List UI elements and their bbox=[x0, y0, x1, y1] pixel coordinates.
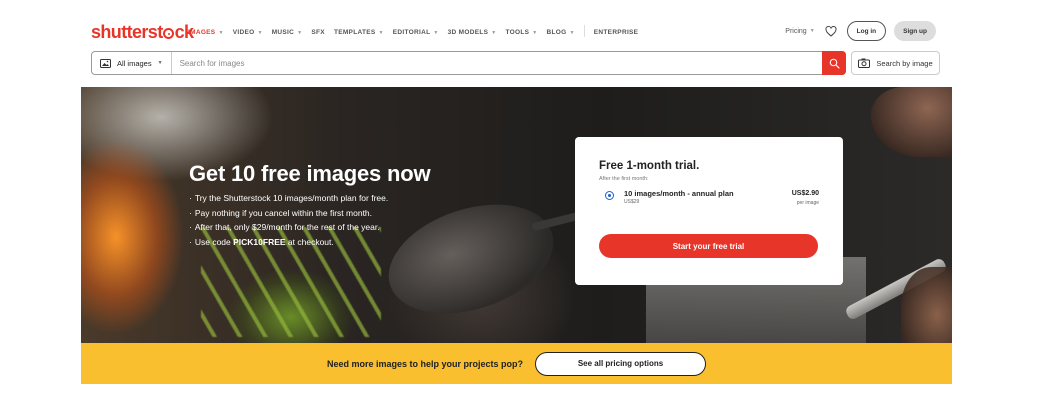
chevron-down-icon: ▼ bbox=[569, 29, 575, 36]
nav-divider bbox=[583, 25, 585, 37]
plan-name: 10 images/month - annual plan bbox=[624, 189, 734, 198]
chevron-down-icon: ▼ bbox=[378, 29, 384, 36]
trial-card: Free 1-month trial. After the first mont… bbox=[575, 137, 843, 285]
pricing-menu[interactable]: Pricing ▼ bbox=[785, 28, 814, 35]
nav-item-editorial[interactable]: EDITORIAL ▼ bbox=[393, 28, 439, 37]
hero-bullets: Try the Shutterstock 10 images/month pla… bbox=[189, 191, 430, 249]
plan-price-unit: per image bbox=[796, 200, 819, 206]
search-by-image-label: Search by image bbox=[876, 58, 933, 68]
nav-item-tools[interactable]: TOOLS ▼ bbox=[506, 28, 538, 37]
hero-bullet: Try the Shutterstock 10 images/month pla… bbox=[189, 191, 430, 206]
media-type-label: All images bbox=[117, 58, 152, 68]
hero-copy: Get 10 free images now Try the Shutterst… bbox=[189, 161, 431, 249]
chevron-down-icon: ▼ bbox=[532, 29, 538, 36]
plan-annual-price: US$29 bbox=[624, 199, 640, 205]
hero-image-hand bbox=[901, 267, 952, 343]
logo-o-mark bbox=[163, 28, 175, 39]
chevron-down-icon: ▼ bbox=[257, 29, 263, 36]
pricing-promo-bar: Need more images to help your projects p… bbox=[81, 343, 952, 384]
shutterstock-logo[interactable]: shutterst ck bbox=[91, 22, 194, 43]
search-by-image-button[interactable]: Search by image bbox=[851, 51, 940, 75]
signup-button[interactable]: Sign up bbox=[894, 21, 936, 41]
search-icon bbox=[829, 58, 840, 69]
login-button[interactable]: Log in bbox=[846, 21, 887, 41]
chevron-down-icon: ▼ bbox=[809, 28, 815, 34]
plan-radio-selected[interactable] bbox=[605, 191, 614, 200]
start-free-trial-button[interactable]: Start your free trial bbox=[599, 234, 818, 258]
hero-image-hand bbox=[871, 87, 952, 157]
hero-bullet-promo-code: Use code PICK10FREE at checkout. bbox=[189, 235, 430, 250]
search-bar: All images ▼ bbox=[91, 51, 846, 75]
trial-title: Free 1-month trial. bbox=[599, 160, 700, 172]
hero-banner: Get 10 free images now Try the Shutterst… bbox=[81, 87, 952, 343]
trial-subtitle: After the first month: bbox=[599, 176, 649, 182]
main-menu: IMAGES ▼ VIDEO ▼ MUSIC ▼ SFX TEMPLATES ▼ EDI… bbox=[188, 25, 647, 37]
nav-item-images[interactable]: IMAGES ▼ bbox=[188, 28, 224, 37]
nav-item-music[interactable]: MUSIC ▼ bbox=[272, 28, 303, 37]
search-input[interactable] bbox=[171, 52, 822, 74]
nav-item-blog[interactable]: BLOG ▼ bbox=[547, 28, 575, 37]
nav-item-3d-models[interactable]: 3D MODELS ▼ bbox=[448, 28, 497, 37]
page: shutterst ck IMAGES ▼ VIDEO ▼ MUSIC ▼ SFX TE… bbox=[81, 0, 952, 397]
nav-item-video[interactable]: VIDEO ▼ bbox=[233, 28, 263, 37]
nav-item-enterprise[interactable]: ENTERPRISE bbox=[594, 28, 639, 37]
promo-code: PICK10FREE bbox=[233, 236, 286, 247]
camera-icon bbox=[858, 58, 871, 68]
hero-title: Get 10 free images now bbox=[189, 161, 431, 186]
media-type-dropdown[interactable]: All images ▼ bbox=[92, 52, 172, 74]
chevron-down-icon: ▼ bbox=[433, 29, 439, 36]
top-navigation: shutterst ck IMAGES ▼ VIDEO ▼ MUSIC ▼ SFX TE… bbox=[81, 0, 952, 46]
plan-per-image-price: US$2.90 bbox=[791, 190, 819, 197]
search-button[interactable] bbox=[822, 51, 846, 75]
see-pricing-button[interactable]: See all pricing options bbox=[535, 351, 707, 376]
hero-bullet: After that, only $29/month for the rest … bbox=[189, 220, 430, 235]
hero-bullet: Pay nothing if you cancel within the fir… bbox=[189, 206, 430, 221]
account-nav: Pricing ▼ Log in Sign up bbox=[785, 21, 936, 41]
favorites-heart-icon[interactable] bbox=[823, 23, 839, 39]
chevron-down-icon: ▼ bbox=[157, 60, 163, 66]
nav-item-templates[interactable]: TEMPLATES ▼ bbox=[334, 28, 384, 37]
image-icon bbox=[100, 58, 111, 68]
promo-text: Need more images to help your projects p… bbox=[326, 358, 524, 369]
chevron-down-icon: ▼ bbox=[297, 29, 303, 36]
chevron-down-icon: ▼ bbox=[218, 29, 224, 36]
chevron-down-icon: ▼ bbox=[491, 29, 497, 36]
nav-item-sfx[interactable]: SFX bbox=[311, 28, 325, 37]
plan-option[interactable]: 10 images/month - annual plan US$29 US$2… bbox=[599, 188, 819, 210]
